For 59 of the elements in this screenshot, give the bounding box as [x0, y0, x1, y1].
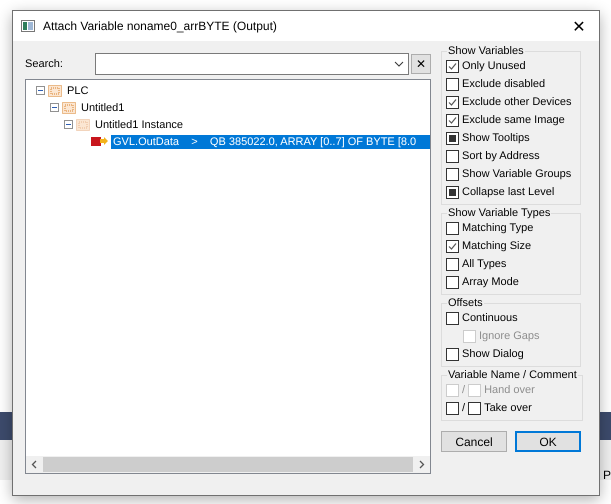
close-button[interactable]: ✕	[559, 11, 599, 41]
checkbox[interactable]	[446, 132, 459, 144]
checkbox[interactable]	[446, 312, 459, 324]
checkbox[interactable]	[446, 168, 459, 180]
device-icon	[75, 118, 91, 132]
option-label[interactable]: Matching Size	[462, 240, 532, 252]
option-label[interactable]: Continuous	[462, 312, 518, 324]
group-title: Offsets	[447, 297, 484, 309]
separator-text: /	[462, 384, 466, 396]
option-label[interactable]: Matching Type	[462, 222, 534, 234]
collapse-icon[interactable]	[36, 86, 45, 95]
search-field[interactable]	[95, 53, 409, 75]
collapse-icon[interactable]	[64, 120, 73, 129]
clear-button[interactable]: ✕	[411, 54, 431, 74]
ok-button[interactable]: OK	[515, 431, 581, 452]
tree-item[interactable]: Untitled1	[79, 100, 126, 114]
checkbox[interactable]	[446, 258, 459, 270]
option-label[interactable]: Array Mode	[462, 276, 519, 288]
variable-icon	[89, 134, 109, 148]
option-label[interactable]: Show Tooltips	[462, 132, 530, 144]
tree-item[interactable]: Untitled1 Instance	[93, 118, 186, 132]
device-icon	[61, 100, 77, 114]
option-label[interactable]: Sort by Address	[462, 150, 540, 162]
collapse-icon[interactable]	[50, 103, 59, 112]
option-label[interactable]: Take over	[484, 402, 532, 414]
tree-item[interactable]: PLC	[65, 84, 90, 98]
tree-item[interactable]: GVL.OutData > QB 385022.0, ARRAY [0..7] OF BYTE [8.0	[111, 134, 430, 148]
group-title: Variable Name / Comment	[447, 369, 578, 381]
checkbox[interactable]	[446, 240, 459, 252]
window-icon	[21, 20, 35, 32]
checkbox[interactable]	[446, 150, 459, 162]
option-label[interactable]: Only Unused	[462, 60, 526, 72]
device-icon	[47, 84, 63, 98]
cancel-button[interactable]: Cancel	[441, 431, 507, 452]
group-title: Show Variable Types	[447, 207, 552, 219]
background-text: P	[602, 468, 611, 482]
option-label[interactable]: Show Variable Groups	[462, 168, 572, 180]
checkbox[interactable]	[446, 78, 459, 90]
checkbox[interactable]	[446, 96, 459, 108]
horizontal-scrollbar[interactable]	[26, 456, 430, 473]
search-label: Search:	[25, 58, 64, 70]
checkbox[interactable]	[446, 60, 459, 72]
checkbox[interactable]	[446, 276, 459, 288]
checkbox[interactable]	[468, 402, 482, 414]
checkbox[interactable]	[446, 402, 459, 414]
option-label[interactable]: All Types	[462, 258, 506, 270]
checkbox[interactable]	[446, 348, 459, 360]
option-label[interactable]: Collapse last Level	[462, 186, 554, 198]
option-label[interactable]: Show Dialog	[462, 348, 524, 360]
option-label[interactable]: Exclude same Image	[462, 114, 565, 126]
option-label[interactable]: Exclude other Devices	[462, 96, 572, 108]
window-title: Attach Variable noname0_arrBYTE (Output)	[43, 19, 278, 33]
option-label[interactable]: Exclude disabled	[462, 78, 546, 90]
checkbox[interactable]	[446, 222, 459, 234]
checkbox[interactable]	[446, 186, 459, 198]
dropdown-icon[interactable]	[394, 61, 404, 67]
checkbox[interactable]	[446, 114, 459, 126]
group-title: Show Variables	[447, 45, 525, 57]
separator-text: /	[462, 402, 466, 414]
